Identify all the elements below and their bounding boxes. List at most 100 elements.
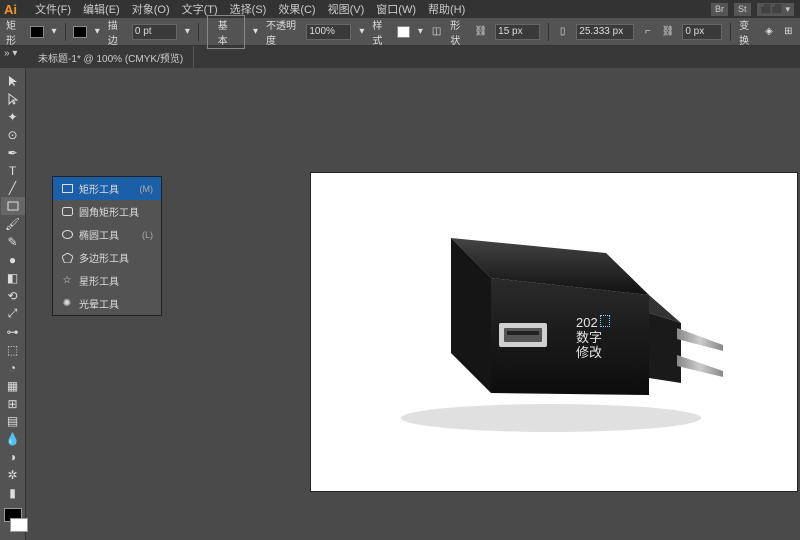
eyedropper-tool[interactable]: 💧 (1, 430, 25, 448)
mesh-tool[interactable]: ⊞ (1, 395, 25, 413)
color-swatches (2, 506, 24, 540)
menu-right-icons: Br St ⬛⬛ ▾ (711, 3, 800, 16)
opt-dropdown2[interactable]: ▾ (95, 26, 100, 37)
rotate-tool[interactable]: ⟲ (1, 287, 25, 305)
text-cursor-selection (600, 315, 610, 327)
tab-bar: » ▾ 未标题-1* @ 100% (CMYK/预览) (0, 46, 800, 68)
scale-tool[interactable]: ⤢ (1, 305, 25, 323)
menu-window[interactable]: 窗口(W) (376, 1, 416, 17)
flyout-item-label: 圆角矩形工具 (79, 204, 139, 219)
line-tool[interactable]: ╱ (1, 180, 25, 198)
bridge-icon[interactable]: Br (711, 3, 728, 16)
menu-object[interactable]: 对象(O) (132, 1, 170, 17)
tab-dropdown-icon[interactable]: » ▾ (4, 48, 17, 59)
star-icon: ☆ (61, 275, 73, 287)
misc-icon2[interactable]: ⊞ (783, 25, 794, 39)
flyout-item-label: 矩形工具 (79, 181, 119, 196)
perspective-tool[interactable]: ▦ (1, 377, 25, 395)
opt-dropdown1[interactable]: ▾ (52, 26, 57, 37)
product-illustration: 202 数字 修改 (371, 223, 731, 443)
flyout-rectangle[interactable]: 矩形工具 (M) (53, 177, 161, 200)
transform-label[interactable]: 变换 (739, 17, 755, 47)
opt-dropdown5[interactable]: ▾ (359, 26, 364, 37)
rrect-icon (61, 206, 73, 218)
column-graph-tool[interactable]: ▮ (1, 484, 25, 502)
free-transform-tool[interactable]: ⬚ (1, 341, 25, 359)
fill-swatch[interactable] (30, 26, 43, 38)
shape-label: 矩形 (6, 17, 22, 47)
flyout-item-label: 椭圆工具 (79, 227, 119, 242)
stroke-width-input[interactable] (132, 24, 177, 40)
menu-bar: Ai 文件(F) 编辑(E) 对象(O) 文字(T) 选择(S) 效果(C) 视… (0, 0, 800, 18)
link2-icon[interactable]: ⛓ (662, 25, 675, 39)
direct-selection-tool[interactable] (1, 90, 25, 108)
pencil-tool[interactable]: ✎ (1, 233, 25, 251)
style-swatch[interactable] (397, 26, 410, 38)
flyout-item-label: 星形工具 (79, 273, 119, 288)
style-label: 样式 (372, 17, 388, 47)
misc-icon1[interactable]: ◈ (763, 25, 774, 39)
opt-dropdown6[interactable]: ▾ (418, 26, 423, 37)
app-logo: Ai (4, 2, 17, 17)
polygon-icon (61, 252, 73, 264)
tools-panel: ✦ ⊙ ✒ T ╱ 🖌 ✎ ● ◧ ⟲ ⤢ ⊶ ⬚ ◔ ▦ ⊞ ▤ 💧 ◑ ✲ … (0, 68, 26, 540)
rect-icon (61, 183, 73, 195)
stroke-color-swatch[interactable] (10, 518, 28, 532)
doc-icon[interactable]: ▯ (557, 25, 568, 39)
flyout-ellipse[interactable]: 椭圆工具 (L) (53, 223, 161, 246)
blob-brush-tool[interactable]: ● (1, 251, 25, 269)
paintbrush-tool[interactable]: 🖌 (1, 215, 25, 233)
flyout-polygon[interactable]: 多边形工具 (53, 246, 161, 269)
flyout-item-key: (M) (140, 184, 154, 194)
flyout-item-label: 多边形工具 (79, 250, 129, 265)
align-icon[interactable]: ◫ (431, 25, 442, 39)
px-input[interactable] (576, 24, 634, 40)
opacity-input[interactable] (306, 24, 351, 40)
opt-dropdown4[interactable]: ▾ (253, 26, 258, 37)
stroke-label: 描边 (108, 17, 124, 47)
symbol-sprayer-tool[interactable]: ✲ (1, 466, 25, 484)
shape-builder-tool[interactable]: ◔ (1, 359, 25, 377)
eraser-tool[interactable]: ◧ (1, 269, 25, 287)
product-text-overlay: 202 数字 修改 (576, 315, 610, 361)
selection-tool[interactable] (1, 72, 25, 90)
flyout-star[interactable]: ☆ 星形工具 (53, 269, 161, 292)
corner-icon[interactable]: ⌐ (642, 25, 653, 39)
flyout-rounded-rect[interactable]: 圆角矩形工具 (53, 200, 161, 223)
opacity-label: 不透明度 (266, 17, 298, 47)
blend-tool[interactable]: ◑ (1, 448, 25, 466)
menu-edit[interactable]: 编辑(E) (83, 1, 120, 17)
menu-help[interactable]: 帮助(H) (428, 1, 465, 17)
link-icon[interactable]: ⛓ (474, 25, 487, 39)
stroke-swatch[interactable] (73, 26, 86, 38)
gradient-tool[interactable]: ▤ (1, 413, 25, 431)
flare-icon: ✺ (61, 298, 73, 310)
shape-tool-flyout: 矩形工具 (M) 圆角矩形工具 椭圆工具 (L) 多边形工具 ☆ 星形工具 ✺ (52, 176, 162, 316)
rectangle-tool[interactable] (1, 197, 25, 215)
document-tab[interactable]: 未标题-1* @ 100% (CMYK/预览) (28, 46, 194, 68)
brush-basic[interactable]: 基本 (207, 15, 245, 49)
shape2-label: 形状 (450, 17, 466, 47)
flyout-item-key: (L) (142, 230, 153, 240)
pen-tool[interactable]: ✒ (1, 144, 25, 162)
menu-file[interactable]: 文件(F) (35, 1, 71, 17)
magic-wand-tool[interactable]: ✦ (1, 108, 25, 126)
type-tool[interactable]: T (1, 162, 25, 180)
options-bar: 矩形 ▾ ▾ 描边 ▾ 基本 ▾ 不透明度 ▾ 样式 ▾ ◫ 形状 ⛓ ▯ ⌐ … (0, 18, 800, 46)
zero-input[interactable] (682, 24, 722, 40)
shape2-input[interactable] (495, 24, 540, 40)
menu-effect[interactable]: 效果(C) (278, 1, 315, 17)
canvas-area[interactable]: 矩形工具 (M) 圆角矩形工具 椭圆工具 (L) 多边形工具 ☆ 星形工具 ✺ (26, 68, 800, 540)
workspace-switcher[interactable]: ⬛⬛ ▾ (757, 3, 794, 16)
product-line1: 数字 (576, 331, 610, 346)
product-num: 202 (576, 315, 598, 330)
stock-icon[interactable]: St (734, 3, 751, 16)
document-tab-label: 未标题-1* @ 100% (CMYK/预览) (38, 50, 183, 65)
lasso-tool[interactable]: ⊙ (1, 126, 25, 144)
artboard[interactable]: 202 数字 修改 (311, 173, 797, 491)
opt-dropdown3[interactable]: ▾ (185, 26, 190, 37)
flyout-item-label: 光晕工具 (79, 296, 119, 311)
flyout-flare[interactable]: ✺ 光晕工具 (53, 292, 161, 315)
width-tool[interactable]: ⊶ (1, 323, 25, 341)
menu-view[interactable]: 视图(V) (328, 1, 365, 17)
